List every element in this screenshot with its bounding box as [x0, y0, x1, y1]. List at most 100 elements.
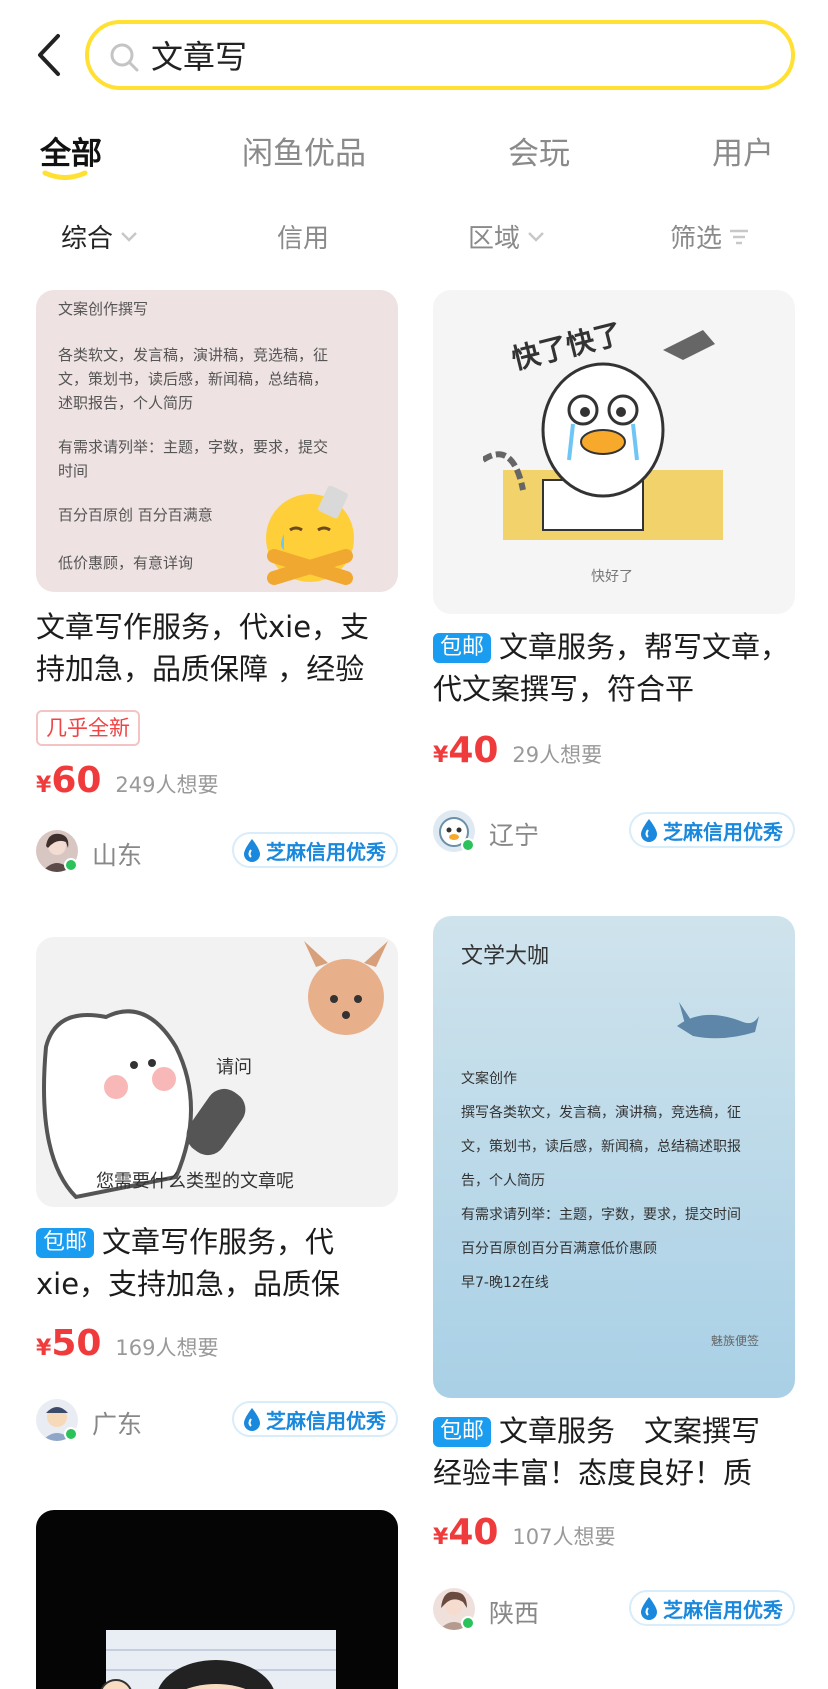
search-icon	[109, 42, 139, 72]
product-card[interactable]: 快了快了 快好了 包邮 文章服务，帮写文章，代文案撰写，符合平 ¥40 29人想要 …	[433, 290, 795, 852]
sesame-credit-icon	[641, 819, 657, 842]
tab-huiwan[interactable]: 会玩	[508, 128, 570, 173]
whale-icon	[677, 1002, 759, 1039]
sort-region-label: 区域	[468, 224, 521, 254]
sesame-credit-icon	[641, 1597, 657, 1620]
currency-symbol: ¥	[433, 743, 449, 768]
top-bar	[0, 0, 828, 110]
credit-label: 芝麻信用优秀	[663, 819, 783, 844]
image-text-line: 文案创作	[461, 1071, 517, 1087]
product-card[interactable]: 文案创作撰写 各类软文，发言稿，演讲稿，竞选稿，征 文，策划书，读后感，新闻稿，…	[36, 290, 398, 880]
sort-credit-label: 信用	[277, 224, 330, 254]
sort-region[interactable]: 区域	[468, 218, 546, 255]
image-text-line: 有需求请列举：主题，字数，要求，提交时间	[461, 1207, 741, 1223]
online-status-dot	[64, 858, 78, 872]
image-text-line: 百分百原创百分百满意低价惠顾	[461, 1241, 657, 1257]
sort-filter-label: 筛选	[670, 224, 723, 254]
currency-symbol: ¥	[36, 773, 52, 798]
image-text-line: 各类软文，发言稿，演讲稿，竞选稿，征	[58, 346, 329, 364]
free-shipping-badge: 包邮	[433, 633, 492, 663]
seller-row[interactable]: 陕西 芝麻信用优秀	[433, 1588, 795, 1634]
image-text-line: 文，策划书，读后感，新闻稿，总结稿述职报	[461, 1139, 741, 1155]
product-title[interactable]: 包邮 文章服务，帮写文章，代文案撰写，符合平	[433, 626, 795, 714]
credit-badge: 芝麻信用优秀	[232, 832, 398, 868]
price: 50	[51, 1323, 102, 1364]
price: 40	[448, 730, 499, 771]
condition-tag: 几乎全新	[36, 710, 140, 746]
chevron-down-icon	[121, 231, 137, 242]
product-title[interactable]: 文章写作服务，代xie，支持加急，品质保障 ，经验	[36, 606, 398, 694]
credit-label: 芝麻信用优秀	[663, 1597, 783, 1622]
image-text-line: 有需求请列举：主题，字数，要求，提交	[58, 438, 329, 456]
seller-row[interactable]: 山东 芝麻信用优秀	[36, 830, 398, 876]
price-row: ¥40 107人想要	[433, 1512, 616, 1562]
filter-icon	[730, 229, 749, 244]
want-count: 169人想要	[115, 1336, 219, 1360]
image-sticker-text: 请问	[216, 1057, 252, 1078]
free-shipping-badge: 包邮	[433, 1417, 492, 1447]
seller-row[interactable]: 广东 芝麻信用优秀	[36, 1399, 398, 1445]
online-status-dot	[64, 1427, 78, 1441]
currency-symbol: ¥	[36, 1336, 52, 1361]
price-row: ¥50 169人想要	[36, 1323, 219, 1373]
image-text-line: 时间	[58, 462, 89, 480]
back-arrow-icon[interactable]	[30, 30, 70, 80]
seller-region: 山东	[92, 841, 143, 870]
image-text-line: 百分百原创 百分百满意	[58, 506, 213, 524]
price-row: ¥40 29人想要	[433, 730, 602, 780]
product-card[interactable]: 文学大咖 文案创作 撰写各类软文，发言稿，演讲稿，竞选稿，征 文，策划书，读后感…	[433, 916, 795, 1646]
image-text-line: 早7-晚12在线	[461, 1275, 549, 1291]
product-image[interactable]: 请问 您需要什么类型的文章呢	[36, 937, 398, 1207]
product-image[interactable]: 文案创作撰写 各类软文，发言稿，演讲稿，竞选稿，征 文，策划书，读后感，新闻稿，…	[36, 290, 398, 592]
price: 40	[448, 1512, 499, 1553]
tab-users[interactable]: 用户	[712, 128, 774, 173]
tab-all[interactable]: 全部	[40, 128, 102, 173]
image-text-line: 文，策划书，读后感，新闻稿，总结稿，	[58, 370, 329, 388]
image-heading: 文学大咖	[461, 944, 550, 969]
sort-filter[interactable]: 筛选	[670, 218, 750, 255]
search-box[interactable]	[85, 20, 795, 90]
product-image[interactable]	[36, 1510, 398, 1689]
seller-row[interactable]: 辽宁 芝麻信用优秀	[433, 810, 795, 856]
chevron-down-icon	[528, 231, 544, 242]
price-row: ¥60 249人想要	[36, 760, 219, 810]
image-text-line: 告，个人简历	[461, 1173, 545, 1189]
credit-label: 芝麻信用优秀	[266, 1408, 386, 1433]
image-caption: 快好了	[591, 569, 633, 585]
search-input[interactable]	[151, 32, 751, 78]
category-tabs: 全部 闲鱼优品 会玩 用户	[0, 120, 828, 200]
product-image[interactable]: 快了快了 快好了	[433, 290, 795, 614]
sesame-credit-icon	[244, 1408, 260, 1431]
image-text-line: 低价惠顾，有意详询	[58, 554, 194, 572]
seller-region: 辽宁	[489, 821, 540, 850]
image-text-line: 撰写各类软文，发言稿，演讲稿，竞选稿，征	[461, 1105, 741, 1121]
product-title[interactable]: 包邮 文章服务 文案撰写 经验丰富！态度良好！质	[433, 1410, 795, 1498]
image-watermark: 魅族便签	[711, 1334, 760, 1348]
price: 60	[51, 760, 102, 801]
product-card[interactable]: 请问 您需要什么类型的文章呢 包邮 文章写作服务，代xie，支持加急，品质保 ¥5…	[36, 937, 398, 1457]
cartoon-character-icon	[100, 1630, 336, 1689]
tab-xianyu-youpin[interactable]: 闲鱼优品	[242, 128, 366, 173]
want-count: 29人想要	[512, 743, 603, 767]
want-count: 249人想要	[115, 773, 219, 797]
image-heading: 文案创作撰写	[58, 300, 149, 318]
product-card[interactable]	[36, 1510, 398, 1689]
sesame-credit-icon	[244, 839, 260, 862]
free-shipping-badge: 包邮	[36, 1228, 95, 1258]
credit-badge: 芝麻信用优秀	[629, 812, 795, 848]
seller-region: 广东	[92, 1410, 143, 1439]
credit-badge: 芝麻信用优秀	[232, 1401, 398, 1437]
sort-bar: 综合 信用 区域 筛选	[0, 210, 828, 260]
emoji-sticker-icon	[266, 486, 354, 585]
credit-label: 芝麻信用优秀	[266, 839, 386, 864]
image-sticker-text: 您需要什么类型的文章呢	[96, 1171, 294, 1192]
image-text-line: 述职报告，个人简历	[58, 394, 194, 412]
credit-badge: 芝麻信用优秀	[629, 1590, 795, 1626]
want-count: 107人想要	[512, 1525, 616, 1549]
sort-credit[interactable]: 信用	[277, 218, 329, 255]
sort-comprehensive-label: 综合	[61, 224, 114, 254]
product-title[interactable]: 包邮 文章写作服务，代xie，支持加急，品质保	[36, 1221, 398, 1309]
product-image[interactable]: 文学大咖 文案创作 撰写各类软文，发言稿，演讲稿，竞选稿，征 文，策划书，读后感…	[433, 916, 795, 1398]
sort-comprehensive[interactable]: 综合	[61, 218, 139, 255]
online-status-dot	[461, 838, 475, 852]
